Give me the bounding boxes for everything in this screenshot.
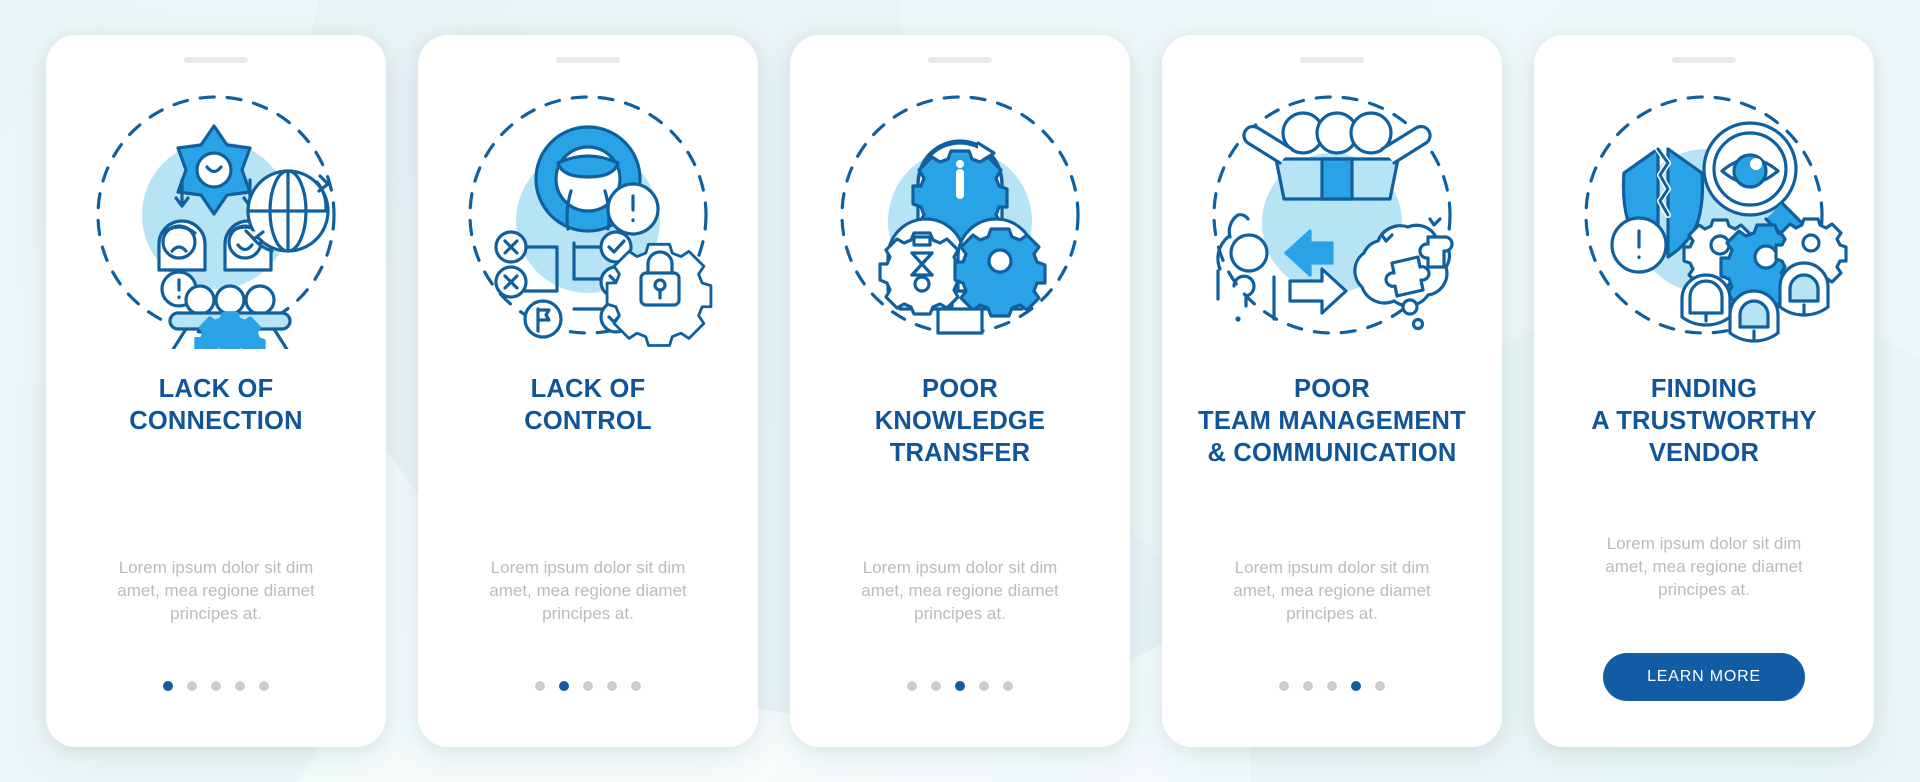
pagination-dot-4[interactable]: [235, 681, 245, 691]
onboarding-screen-4[interactable]: POOR TEAM MANAGEMENT & COMMUNICATION Lor…: [1162, 35, 1502, 747]
pagination-dot-1[interactable]: [535, 681, 545, 691]
screen-body-text: Lorem ipsum dolor sit dim amet, mea regi…: [1233, 558, 1431, 623]
phone-speaker-bar: [556, 57, 620, 63]
lack-of-control-illustration: [438, 81, 738, 349]
pagination-dot-4[interactable]: [607, 681, 617, 691]
pagination-dot-1[interactable]: [163, 681, 173, 691]
pagination-dot-2[interactable]: [931, 681, 941, 691]
lack-of-connection-illustration: [66, 81, 366, 349]
pagination-dots[interactable]: [1279, 681, 1385, 691]
finding-trustworthy-vendor-illustration: [1554, 81, 1854, 349]
pagination-dot-3[interactable]: [211, 681, 221, 691]
pagination-dot-5[interactable]: [1375, 681, 1385, 691]
onboarding-screen-3[interactable]: POOR KNOWLEDGE TRANSFER Lorem ipsum dolo…: [790, 35, 1130, 747]
pagination-dot-2[interactable]: [187, 681, 197, 691]
screen-title: POOR TEAM MANAGEMENT & COMMUNICATION: [1198, 375, 1466, 467]
onboarding-screen-1[interactable]: LACK OF CONNECTION Lorem ipsum dolor sit…: [46, 35, 386, 747]
pagination-dot-3[interactable]: [583, 681, 593, 691]
pagination-dots[interactable]: [907, 681, 1013, 691]
pagination-dot-4[interactable]: [979, 681, 989, 691]
screen-title: LACK OF CONTROL: [524, 375, 652, 435]
pagination-dot-2[interactable]: [559, 681, 569, 691]
phone-speaker-bar: [1672, 57, 1736, 63]
pagination-dot-5[interactable]: [631, 681, 641, 691]
pagination-dot-4[interactable]: [1351, 681, 1361, 691]
poor-knowledge-transfer-illustration: [810, 81, 1110, 349]
onboarding-screens-row: LACK OF CONNECTION Lorem ipsum dolor sit…: [0, 0, 1920, 782]
pagination-dot-1[interactable]: [1279, 681, 1289, 691]
pagination-dots[interactable]: [535, 681, 641, 691]
screen-title: FINDING A TRUSTWORTHY VENDOR: [1591, 375, 1817, 467]
pagination-dot-2[interactable]: [1303, 681, 1313, 691]
screen-body-text: Lorem ipsum dolor sit dim amet, mea regi…: [1605, 534, 1803, 599]
screen-body-text: Lorem ipsum dolor sit dim amet, mea regi…: [117, 558, 315, 623]
pagination-dot-5[interactable]: [1003, 681, 1013, 691]
screen-title: POOR KNOWLEDGE TRANSFER: [874, 375, 1046, 467]
poor-team-management-illustration: [1182, 81, 1482, 349]
phone-speaker-bar: [184, 57, 248, 63]
pagination-dot-3[interactable]: [955, 681, 965, 691]
screen-title: LACK OF CONNECTION: [129, 375, 303, 435]
onboarding-screen-2[interactable]: LACK OF CONTROL Lorem ipsum dolor sit di…: [418, 35, 758, 747]
screen-body-text: Lorem ipsum dolor sit dim amet, mea regi…: [861, 558, 1059, 623]
onboarding-screen-5[interactable]: FINDING A TRUSTWORTHY VENDOR Lorem ipsum…: [1534, 35, 1874, 747]
pagination-dot-3[interactable]: [1327, 681, 1337, 691]
pagination-dot-1[interactable]: [907, 681, 917, 691]
pagination-dot-5[interactable]: [259, 681, 269, 691]
phone-speaker-bar: [928, 57, 992, 63]
learn-more-button[interactable]: LEARN MORE: [1603, 653, 1805, 701]
screen-body-text: Lorem ipsum dolor sit dim amet, mea regi…: [489, 558, 687, 623]
phone-speaker-bar: [1300, 57, 1364, 63]
pagination-dots[interactable]: [163, 681, 269, 691]
